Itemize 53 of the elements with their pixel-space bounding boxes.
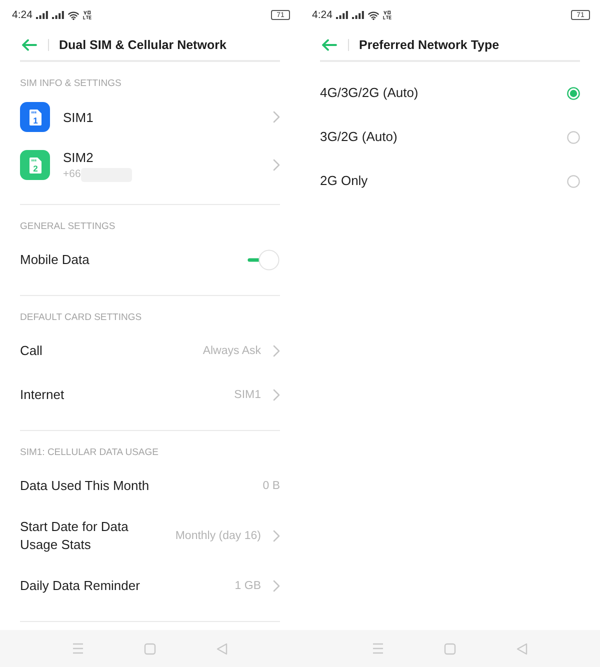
chevron-icon <box>273 159 280 171</box>
radio-button[interactable] <box>567 130 580 144</box>
screen-title: Dual SIM & Cellular Network <box>59 36 226 54</box>
signal-icon <box>352 11 364 19</box>
chevron-icon <box>273 345 280 357</box>
back-icon[interactable] <box>515 642 529 654</box>
setting-label[interactable]: Start Date for Data Usage Stats <box>20 518 155 554</box>
square-icon[interactable] <box>443 642 457 654</box>
setting-value: Always Ask <box>202 344 261 358</box>
option-label[interactable]: 3G/2G (Auto) <box>320 128 398 146</box>
back-icon[interactable] <box>21 39 37 51</box>
chevron-icon <box>273 111 280 123</box>
status-time: 4:24 <box>12 10 32 20</box>
menu-icon[interactable] <box>371 643 385 654</box>
setting-value: SIM1 <box>234 388 261 402</box>
back-icon[interactable] <box>321 39 337 51</box>
wifi-icon <box>68 10 80 20</box>
setting-value: Monthly (day 16) <box>175 529 261 543</box>
phone-number: +66 <box>63 168 81 181</box>
setting-label[interactable]: Daily Data Reminder <box>20 577 140 595</box>
setting-value: 1 GB <box>234 579 261 593</box>
status-time: 4:24 <box>312 10 332 20</box>
sim-label[interactable]: SIM1 <box>63 108 94 126</box>
volte-icon <box>83 10 92 20</box>
section-heading: SIM INFO & SETTINGS <box>20 79 122 89</box>
setting-label[interactable]: Internet <box>20 386 64 404</box>
option-label[interactable]: 2G Only <box>320 172 368 190</box>
chevron-icon <box>273 580 280 592</box>
menu-icon[interactable] <box>71 643 85 654</box>
section-heading: SIM1: CELLULAR DATA USAGE <box>20 448 158 458</box>
setting-label: Data Used This Month <box>20 477 150 495</box>
sim-label[interactable]: SIM2 <box>63 148 94 166</box>
back-icon[interactable] <box>215 642 229 654</box>
section-heading: GENERAL SETTINGS <box>20 222 116 232</box>
radio-button[interactable] <box>567 86 580 100</box>
signal-icon <box>52 11 64 19</box>
signal-icon <box>36 11 48 19</box>
toggle-switch[interactable] <box>247 249 280 271</box>
setting-label[interactable]: Call <box>20 342 42 360</box>
sim-card-icon: 2 <box>20 150 50 180</box>
setting-label: Mobile Data <box>20 251 90 269</box>
section-heading: DEFAULT CARD SETTINGS <box>20 313 142 323</box>
option-label[interactable]: 4G/3G/2G (Auto) <box>320 84 418 102</box>
chevron-icon <box>273 389 280 401</box>
setting-value: 0 B <box>262 479 280 493</box>
wifi-icon <box>368 10 380 20</box>
square-icon[interactable] <box>143 642 157 654</box>
signal-icon <box>336 11 348 19</box>
chevron-icon <box>273 530 280 542</box>
radio-button[interactable] <box>567 174 580 188</box>
sim-card-icon: 1 <box>20 102 50 132</box>
volte-icon <box>383 10 392 20</box>
screen-title: Preferred Network Type <box>359 36 500 54</box>
